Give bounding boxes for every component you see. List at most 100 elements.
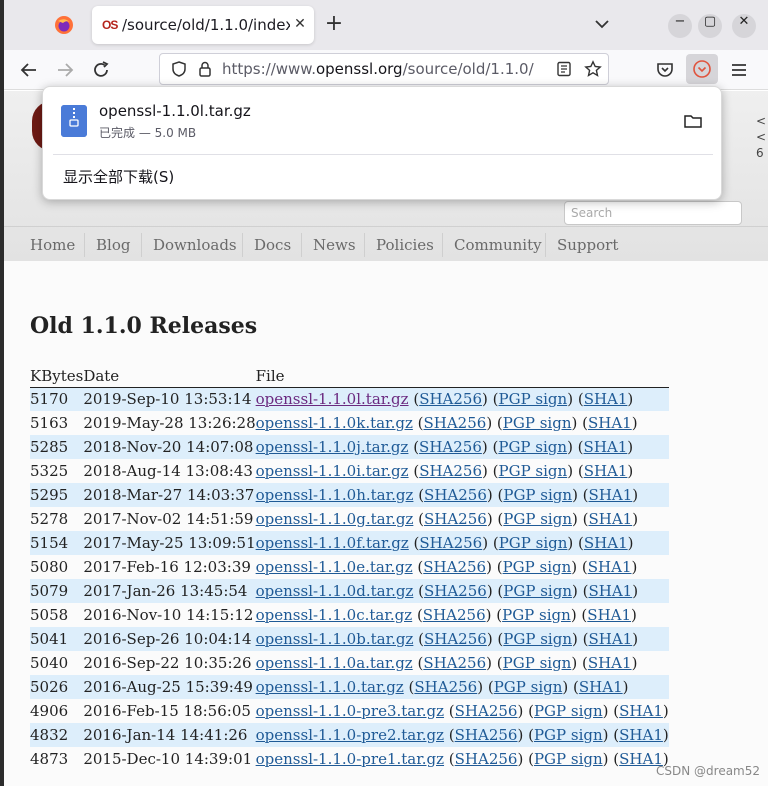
nav-policies[interactable]: Policies (376, 236, 434, 254)
nav-docs[interactable]: Docs (254, 236, 291, 254)
download-file-name[interactable]: openssl-1.1.0l.tar.gz (99, 102, 251, 120)
pgp-sign-link[interactable]: PGP sign (534, 702, 603, 720)
file-link[interactable]: openssl-1.1.0l.tar.gz (256, 390, 409, 408)
file-link[interactable]: openssl-1.1.0-pre2.tar.gz (256, 726, 444, 744)
sha256-link[interactable]: SHA256 (455, 726, 518, 744)
pgp-sign-link[interactable]: PGP sign (498, 438, 567, 456)
file-link[interactable]: openssl-1.1.0-pre3.tar.gz (256, 702, 444, 720)
sha256-link[interactable]: SHA256 (424, 630, 487, 648)
sha1-link[interactable]: SHA1 (584, 534, 628, 552)
table-row: 5278 2017-Nov-02 14:51:59 openssl-1.1.0g.t… (30, 507, 669, 531)
pgp-sign-link[interactable]: PGP sign (503, 510, 572, 528)
sha256-link[interactable]: SHA256 (455, 750, 518, 768)
tab-active[interactable]: OS /source/old/1.1.0/index.h ✕ (92, 6, 314, 44)
sha1-link[interactable]: SHA1 (589, 486, 633, 504)
pgp-sign-link[interactable]: PGP sign (503, 486, 572, 504)
file-link[interactable]: openssl-1.1.0b.tar.gz (256, 630, 414, 648)
downloads-button[interactable] (686, 54, 718, 84)
sha1-link[interactable]: SHA1 (588, 510, 632, 528)
sha1-link[interactable]: SHA1 (588, 558, 632, 576)
show-all-downloads-button[interactable]: 显示全部下载(S) (63, 166, 174, 187)
minimize-icon[interactable]: − (668, 14, 692, 38)
file-link[interactable]: openssl-1.1.0k.tar.gz (256, 414, 413, 432)
sha256-link[interactable]: SHA256 (424, 486, 487, 504)
lock-icon[interactable] (196, 60, 214, 78)
url-bar[interactable]: https://www.openssl.org/source/old/1.1.0… (159, 53, 609, 85)
folder-icon[interactable] (683, 111, 703, 131)
pgp-sign-link[interactable]: PGP sign (494, 678, 563, 696)
nav-community[interactable]: Community (454, 236, 542, 254)
site-search-input[interactable]: Search (564, 201, 742, 225)
pgp-sign-link[interactable]: PGP sign (503, 630, 572, 648)
firefox-logo-icon[interactable] (54, 15, 74, 35)
sha1-link[interactable]: SHA1 (584, 390, 628, 408)
sha1-link[interactable]: SHA1 (584, 462, 628, 480)
file-link[interactable]: openssl-1.1.0e.tar.gz (256, 558, 413, 576)
sha1-link[interactable]: SHA1 (587, 606, 631, 624)
sha1-link[interactable]: SHA1 (588, 630, 632, 648)
sha256-link[interactable]: SHA256 (423, 414, 486, 432)
url-text[interactable]: https://www.openssl.org/source/old/1.1.0… (222, 60, 534, 78)
panel-divider (53, 154, 713, 155)
sha256-link[interactable]: SHA256 (419, 438, 482, 456)
nav-home[interactable]: Home (30, 236, 75, 254)
pgp-sign-link[interactable]: PGP sign (503, 558, 572, 576)
arrow-right-icon[interactable] (54, 59, 76, 81)
nav-support[interactable]: Support (557, 236, 618, 254)
pgp-sign-link[interactable]: PGP sign (499, 534, 568, 552)
nav-blog[interactable]: Blog (96, 236, 130, 254)
file-link[interactable]: openssl-1.1.0d.tar.gz (256, 582, 414, 600)
sha256-link[interactable]: SHA256 (424, 582, 487, 600)
file-link[interactable]: openssl-1.1.0h.tar.gz (256, 486, 414, 504)
hamburger-menu-icon[interactable] (728, 59, 750, 81)
sha256-link[interactable]: SHA256 (414, 678, 477, 696)
close-icon[interactable]: ✕ (290, 14, 310, 34)
chevron-down-icon[interactable] (592, 14, 612, 34)
sha256-link[interactable]: SHA256 (423, 606, 486, 624)
reader-view-icon[interactable] (556, 61, 572, 77)
sha1-link[interactable]: SHA1 (579, 678, 623, 696)
arrow-left-icon[interactable] (18, 59, 40, 81)
pgp-sign-link[interactable]: PGP sign (534, 726, 603, 744)
sha256-link[interactable]: SHA256 (455, 702, 518, 720)
sha1-link[interactable]: SHA1 (619, 702, 663, 720)
cell-kbytes: 5295 (30, 483, 84, 507)
sha256-link[interactable]: SHA256 (419, 390, 482, 408)
file-link[interactable]: openssl-1.1.0a.tar.gz (256, 654, 413, 672)
sha1-link[interactable]: SHA1 (588, 654, 632, 672)
pocket-icon[interactable] (654, 59, 676, 81)
star-icon[interactable] (584, 60, 602, 78)
sha1-link[interactable]: SHA1 (584, 438, 628, 456)
pgp-sign-link[interactable]: PGP sign (499, 390, 568, 408)
sha256-link[interactable]: SHA256 (423, 654, 486, 672)
pgp-sign-link[interactable]: PGP sign (534, 750, 603, 768)
sha256-link[interactable]: SHA256 (423, 558, 486, 576)
file-link[interactable]: openssl-1.1.0c.tar.gz (256, 606, 413, 624)
reload-icon[interactable] (90, 59, 112, 81)
sha256-link[interactable]: SHA256 (419, 534, 482, 552)
cell-date: 2016-Feb-15 18:56:05 (83, 702, 251, 720)
shield-icon[interactable] (170, 60, 188, 78)
sha1-link[interactable]: SHA1 (588, 414, 632, 432)
nav-news[interactable]: News (313, 236, 356, 254)
pgp-sign-link[interactable]: PGP sign (503, 582, 572, 600)
sha256-link[interactable]: SHA256 (424, 510, 487, 528)
maximize-icon[interactable]: ▢ (698, 14, 722, 38)
file-link[interactable]: openssl-1.1.0j.tar.gz (256, 438, 409, 456)
pgp-sign-link[interactable]: PGP sign (503, 414, 572, 432)
pgp-sign-link[interactable]: PGP sign (502, 606, 571, 624)
file-link[interactable]: openssl-1.1.0f.tar.gz (256, 534, 409, 552)
sha256-link[interactable]: SHA256 (419, 462, 482, 480)
new-tab-button[interactable]: + (322, 13, 346, 37)
pgp-sign-link[interactable]: PGP sign (499, 462, 568, 480)
file-link[interactable]: openssl-1.1.0-pre1.tar.gz (256, 750, 444, 768)
openssl-favicon-icon: OS (102, 18, 118, 32)
file-link[interactable]: openssl-1.1.0i.tar.gz (256, 462, 409, 480)
file-link[interactable]: openssl-1.1.0g.tar.gz (256, 510, 414, 528)
sha1-link[interactable]: SHA1 (619, 726, 663, 744)
close-window-icon[interactable]: ✕ (732, 14, 756, 38)
file-link[interactable]: openssl-1.1.0.tar.gz (256, 678, 404, 696)
pgp-sign-link[interactable]: PGP sign (503, 654, 572, 672)
sha1-link[interactable]: SHA1 (588, 582, 632, 600)
nav-downloads[interactable]: Downloads (153, 236, 237, 254)
